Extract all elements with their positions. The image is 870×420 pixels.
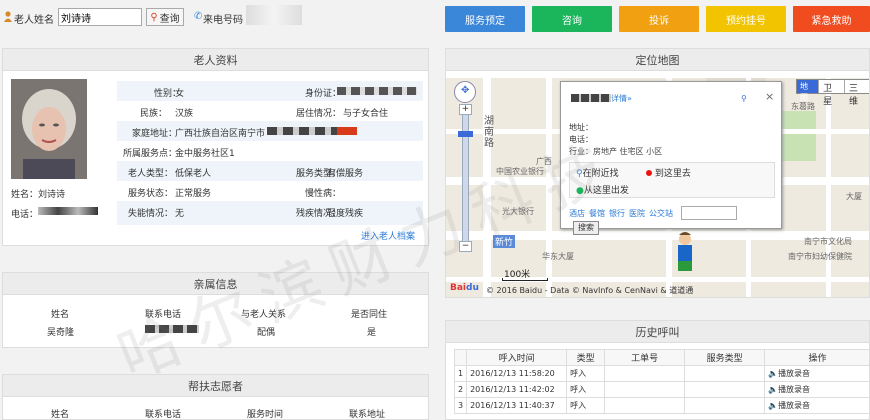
popup-close-icon[interactable]: ×: [765, 90, 774, 103]
go-here-button[interactable]: 到这里去: [646, 166, 691, 179]
zoom-out-button[interactable]: −: [459, 241, 472, 252]
query-button[interactable]: ⚲ 查询: [146, 8, 184, 26]
nearby-icon: ⚲: [576, 169, 583, 179]
table-row: 2 2016/12/13 11:42:02 呼入 🔈播放录音: [453, 381, 869, 398]
history-title: 历史呼叫: [446, 321, 869, 343]
map-info-popup: 详情» ⚲ × 地址： 电话： 行业：房地产 住宅区 小区 ⚲在附近找 到这里去…: [560, 81, 782, 235]
zoom-in-button[interactable]: +: [459, 104, 472, 115]
history-panel: 历史呼叫 呼入时间 类型 工单号 服务类型 操作 1 2016/12/13 11:…: [445, 320, 870, 420]
map-title: 定位地图: [446, 49, 869, 71]
volunteers-title: 帮扶志愿者: [3, 375, 428, 397]
map-copyright: © 2016 Baidu - Data © NavInfo & CenNavi …: [486, 286, 694, 295]
address-detail: [267, 127, 337, 135]
name-label: 老人姓名: [14, 15, 54, 26]
name-input[interactable]: [58, 8, 142, 26]
id-number: [337, 87, 417, 95]
volunteers-panel: 帮扶志愿者 姓名 联系电话 服务时间 联系地址: [2, 374, 429, 420]
relative-cohabit: 是: [367, 328, 377, 338]
map-scale-bar: [502, 278, 548, 281]
popup-pin-icon: ⚲: [741, 94, 747, 103]
quick-hotel[interactable]: 酒店: [569, 208, 585, 219]
profile-name: 姓名：刘诗诗: [11, 190, 66, 200]
emergency-button[interactable]: 紧急救助: [793, 6, 870, 32]
popup-search-input[interactable]: [681, 206, 737, 220]
map-type-map[interactable]: 地图: [797, 80, 819, 102]
map-type-3d[interactable]: 三维: [844, 80, 869, 107]
play-recording-button[interactable]: 🔈播放录音: [764, 365, 869, 382]
map-canvas[interactable]: ✥ + − 湖南路 中国农业银行 光大银行 新竹 华东大厦 广西 东葛路 南宁市…: [446, 71, 869, 297]
speaker-icon: 🔈: [768, 385, 779, 394]
profile-info-grid: 性别： 女 身份证： 民族： 汉族 居住情况： 与子女合住 家庭地址： 广西壮族…: [117, 81, 423, 225]
map-type-satellite[interactable]: 卫星: [818, 80, 844, 107]
popup-actions: ⚲在附近找 到这里去 ●从这里出发: [569, 162, 775, 198]
phone-icon: ✆: [194, 11, 203, 22]
table-row: 3 2016/12/13 11:40:37 呼入 🔈播放录音: [453, 397, 869, 414]
relatives-title: 亲属信息: [3, 273, 428, 295]
play-recording-button[interactable]: 🔈播放录音: [764, 397, 869, 414]
avatar: [11, 79, 87, 179]
profile-phone-label: 电话：: [11, 210, 39, 220]
profile-title: 老人资料: [3, 49, 428, 71]
from-here-icon: ●: [576, 186, 584, 196]
quick-restaurant[interactable]: 餐馆: [589, 208, 605, 219]
popup-title: [571, 94, 611, 102]
profile-phone-value: [38, 207, 98, 215]
service-booking-button[interactable]: 服务预定: [445, 6, 525, 32]
complaint-button[interactable]: 投诉: [619, 6, 699, 32]
popup-detail-link[interactable]: 详情»: [611, 93, 632, 104]
user-icon: [4, 11, 12, 22]
popup-search-button[interactable]: 搜索: [573, 221, 599, 235]
history-table: 呼入时间 类型 工单号 服务类型 操作 1 2016/12/13 11:58:20…: [453, 349, 869, 414]
zoom-handle[interactable]: [458, 131, 473, 137]
go-here-icon: [646, 170, 652, 176]
phone-input[interactable]: [246, 5, 302, 25]
table-row: 1 2016/12/13 11:58:20 呼入 🔈播放录音: [453, 365, 869, 382]
map-zoom-slider[interactable]: [462, 107, 469, 247]
from-here-button[interactable]: ●从这里出发: [576, 183, 629, 196]
search-icon: ⚲: [150, 11, 158, 23]
phone-label: 来电号码: [203, 15, 243, 26]
relative-name: 吴奇隆: [47, 328, 75, 338]
relative-relation: 配偶: [257, 328, 276, 338]
archive-link[interactable]: 进入老人档案: [361, 229, 415, 242]
speaker-icon: 🔈: [768, 369, 779, 378]
quick-bus[interactable]: 公交站: [649, 208, 673, 219]
appointment-button[interactable]: 预约挂号: [706, 6, 786, 32]
address-red: [337, 127, 357, 135]
map-pan-control[interactable]: ✥: [454, 81, 476, 103]
play-recording-button[interactable]: 🔈播放录音: [764, 381, 869, 398]
map-panel: 定位地图 ✥ + − 湖南路 中国农业银行 光大银行 新竹 华东大厦 广西 东葛: [445, 48, 870, 298]
quick-bank[interactable]: 银行: [609, 208, 625, 219]
map-type-switch[interactable]: 地图 卫星 三维: [796, 79, 869, 107]
consult-button[interactable]: 咨询: [532, 6, 612, 32]
relatives-panel: 亲属信息 姓名 联系电话 与老人关系 是否同住 吴奇隆 配偶 是: [2, 272, 429, 348]
quick-hospital[interactable]: 医院: [629, 208, 645, 219]
relative-phone: [145, 325, 199, 333]
speaker-icon: 🔈: [768, 401, 779, 410]
history-header-row: 呼入时间 类型 工单号 服务类型 操作: [453, 349, 869, 366]
baidu-logo: Baidu: [450, 283, 479, 293]
elderly-marker[interactable]: [672, 231, 698, 271]
nearby-search-button[interactable]: ⚲在附近找: [576, 166, 619, 179]
profile-panel: 老人资料 姓名：刘诗诗 电话： 性别： 女 身份证： 民族： 汉族 居住情况： …: [2, 48, 429, 246]
